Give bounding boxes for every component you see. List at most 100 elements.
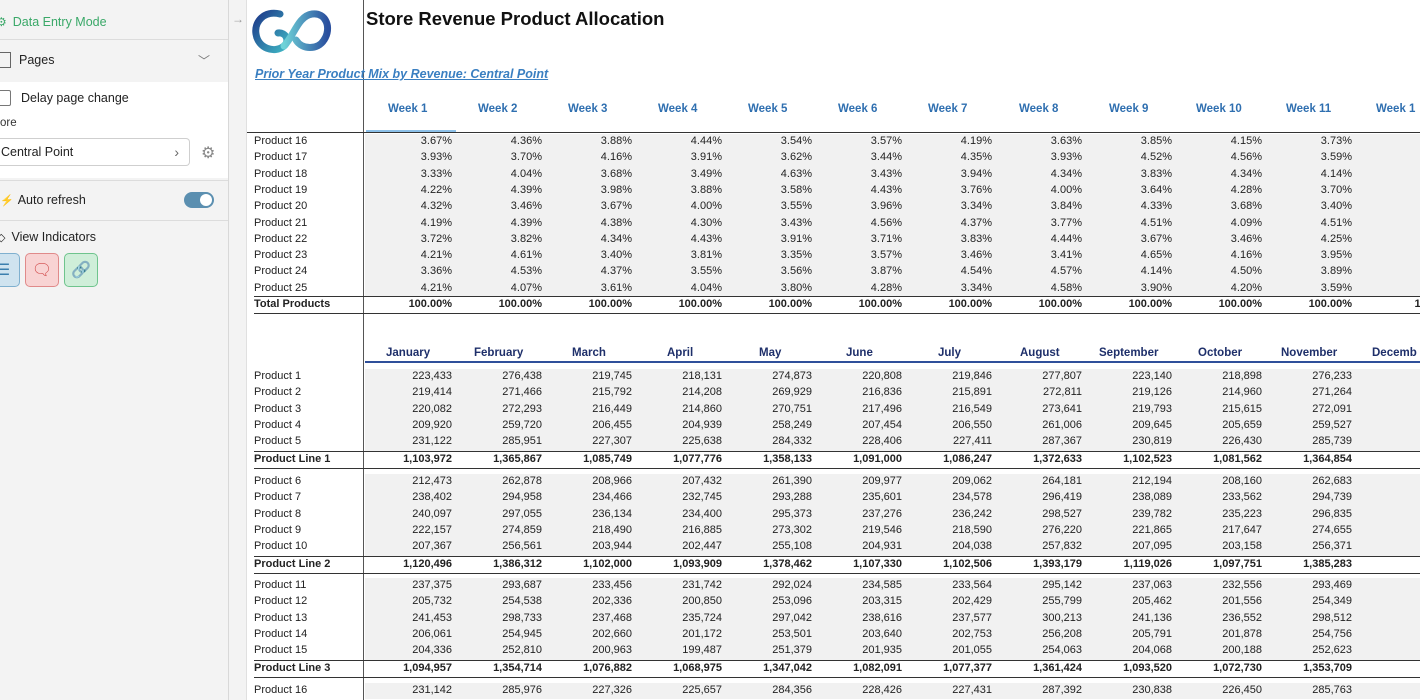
table-cell[interactable]: 207,454 [816, 419, 902, 431]
table-cell[interactable]: 4.56% [816, 217, 902, 229]
table-cell[interactable]: 3.40% [546, 249, 632, 261]
table-cell[interactable]: 4.34% [996, 168, 1082, 180]
table-cell[interactable]: 202,429 [906, 595, 992, 607]
table-cell[interactable]: 3.87% [816, 265, 902, 277]
table-cell[interactable]: 1,358,133 [726, 453, 812, 465]
column-header-week[interactable]: Week 6 [838, 103, 877, 115]
table-cell[interactable]: 256,208 [996, 628, 1082, 640]
table-cell[interactable]: 219,793 [1086, 403, 1172, 415]
table-cell[interactable]: 202,447 [636, 540, 722, 552]
table-cell[interactable]: 273,302 [726, 524, 812, 536]
table-cell[interactable]: 4.51% [1266, 217, 1352, 229]
table-cell[interactable]: 272,293 [456, 403, 542, 415]
table-cell[interactable]: 4.57% [996, 265, 1082, 277]
table-cell[interactable]: 201,055 [906, 644, 992, 656]
table-cell[interactable]: 4. [1356, 233, 1420, 245]
table-cell[interactable]: 3. [1356, 135, 1420, 147]
table-cell[interactable]: 216,836 [816, 386, 902, 398]
column-header-month[interactable]: November [1281, 347, 1337, 359]
table-cell[interactable]: 4.34% [1176, 168, 1262, 180]
table-cell[interactable]: 298,512 [1266, 612, 1352, 624]
table-cell[interactable]: 237,577 [906, 612, 992, 624]
table-cell[interactable]: 252,810 [456, 644, 542, 656]
table-cell[interactable]: 241,453 [366, 612, 452, 624]
table-cell[interactable]: 4.58% [996, 282, 1082, 294]
table-cell[interactable]: 4.07% [456, 282, 542, 294]
table-cell[interactable]: 4.25% [1266, 233, 1352, 245]
table-cell[interactable]: 273,641 [996, 403, 1082, 415]
table-cell[interactable]: 4.33% [1086, 200, 1172, 212]
table-cell[interactable]: 149 [1356, 595, 1420, 607]
table-cell[interactable]: 256,561 [456, 540, 542, 552]
table-cell[interactable]: 100.00% [996, 298, 1082, 310]
column-header-week[interactable]: Week 2 [478, 103, 517, 115]
table-cell[interactable]: 3.82% [456, 233, 542, 245]
table-cell[interactable]: 204,068 [1086, 644, 1172, 656]
table-cell[interactable]: 4.39% [456, 184, 542, 196]
table-cell[interactable]: 205,732 [366, 595, 452, 607]
table-cell[interactable]: 1,365,867 [456, 453, 542, 465]
table-cell[interactable]: 162 [1356, 370, 1420, 382]
table-cell[interactable]: 4.44% [636, 135, 722, 147]
table-cell[interactable]: 3.93% [366, 151, 452, 163]
table-cell[interactable]: 4.52% [1086, 151, 1172, 163]
table-cell[interactable]: 4.35% [906, 151, 992, 163]
table-cell[interactable]: 237,468 [546, 612, 632, 624]
table-cell[interactable]: 159 [1356, 386, 1420, 398]
column-header-week[interactable]: Week 3 [568, 103, 607, 115]
table-cell[interactable]: 292,024 [726, 579, 812, 591]
table-cell[interactable]: 202,753 [906, 628, 992, 640]
table-cell[interactable]: 202,336 [546, 595, 632, 607]
table-cell[interactable]: 225,638 [636, 435, 722, 447]
table-cell[interactable]: 3.35% [726, 249, 812, 261]
table-cell[interactable]: 100.00% [1086, 298, 1172, 310]
table-cell[interactable]: 4.04% [456, 168, 542, 180]
table-cell[interactable]: 148 [1356, 644, 1420, 656]
table-cell[interactable]: 258,249 [726, 419, 812, 431]
settings-icon[interactable]: ⚙ [201, 143, 215, 163]
column-header-month[interactable]: September [1099, 347, 1158, 359]
table-cell[interactable]: 285,739 [1266, 435, 1352, 447]
sidebar-collapse-bar[interactable]: → [229, 0, 247, 700]
table-cell[interactable]: 1,361,424 [996, 662, 1082, 674]
table-cell[interactable]: 215,792 [546, 386, 632, 398]
table-cell[interactable]: 276,233 [1266, 370, 1352, 382]
table-cell[interactable]: 3.85% [1086, 135, 1172, 147]
table-cell[interactable]: 284,332 [726, 435, 812, 447]
table-cell[interactable]: 257,832 [996, 540, 1082, 552]
table-cell[interactable]: 218,898 [1176, 370, 1262, 382]
table-cell[interactable]: 3.33% [366, 168, 452, 180]
table-cell[interactable]: 272,811 [996, 386, 1082, 398]
table-cell[interactable]: 233,456 [546, 579, 632, 591]
table-cell[interactable]: 4.00% [636, 200, 722, 212]
table-cell[interactable]: 4.38% [546, 217, 632, 229]
table-cell[interactable]: 276,438 [456, 370, 542, 382]
table-cell[interactable]: 285,951 [456, 435, 542, 447]
table-cell[interactable]: 220,808 [816, 370, 902, 382]
table-cell[interactable]: 207,432 [636, 475, 722, 487]
table-cell[interactable]: 3.62% [726, 151, 812, 163]
table-cell[interactable]: 285,763 [1266, 684, 1352, 696]
notes-indicator-button[interactable]: ☰ [0, 253, 20, 287]
table-cell[interactable]: 3.59% [1266, 282, 1352, 294]
table-cell[interactable]: 296,419 [996, 491, 1082, 503]
table-cell[interactable]: 4.00% [996, 184, 1082, 196]
table-cell[interactable]: 221,865 [1086, 524, 1172, 536]
table-cell[interactable]: 1,077,377 [906, 662, 992, 674]
table-cell[interactable]: 172 [1356, 579, 1420, 591]
table-cell[interactable]: 3.46% [456, 200, 542, 212]
table-cell[interactable]: 3.83% [1086, 168, 1172, 180]
table-cell[interactable]: 208,966 [546, 475, 632, 487]
table-cell[interactable]: 235,724 [636, 612, 722, 624]
column-header-week[interactable]: Week 7 [928, 103, 967, 115]
table-cell[interactable]: 4.39% [456, 217, 542, 229]
table-cell[interactable]: 253,096 [726, 595, 812, 607]
table-cell[interactable]: 230,819 [1086, 435, 1172, 447]
column-header-month[interactable]: January [386, 347, 430, 359]
table-cell[interactable]: 294,958 [456, 491, 542, 503]
table-cell[interactable]: 3.77% [996, 217, 1082, 229]
table-cell[interactable]: 100.00% [726, 298, 812, 310]
table-cell[interactable]: 274,859 [456, 524, 542, 536]
table-cell[interactable]: 3.94% [906, 168, 992, 180]
table-cell[interactable]: 1,119,026 [1086, 558, 1172, 570]
